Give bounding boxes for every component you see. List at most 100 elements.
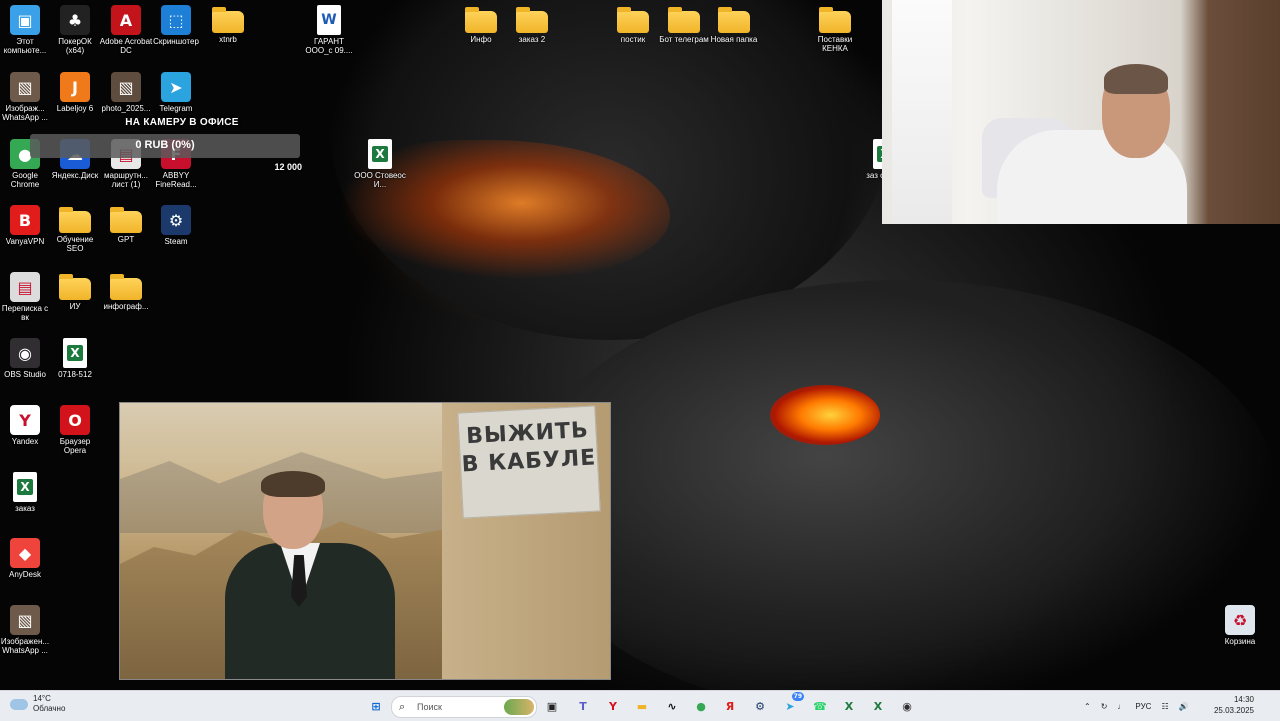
donation-progress-text: 0 RUB (0%): [135, 139, 195, 151]
whatsapp-icon[interactable]: ☎: [810, 696, 830, 716]
desktop-icon-label: Steam: [164, 237, 188, 246]
steam-icon: ⚙: [161, 205, 191, 235]
desktop-icon[interactable]: Y Yandex: [0, 405, 50, 446]
desktop-icon[interactable]: инфограф...: [101, 272, 151, 311]
desktop-icon[interactable]: постик: [608, 5, 658, 44]
windows-start-icon[interactable]: ⊞: [366, 696, 386, 716]
desktop-icon-label: Обучение SEO: [56, 235, 94, 253]
desktop-icon[interactable]: X 0718-512: [50, 338, 100, 379]
desktop-icon-label: Telegram: [159, 104, 193, 113]
chrome-icon[interactable]: ●: [691, 696, 711, 716]
microphone-icon[interactable]: ♩: [1117, 702, 1125, 711]
sync-icon[interactable]: ↻: [1101, 702, 1108, 711]
desktop-icon-label: VanyaVPN: [5, 237, 45, 246]
desktop-icon-label: ГАРАНТ ООО_с 09....: [305, 37, 353, 55]
desktop-icon-label: Браузер Opera: [59, 437, 91, 455]
desktop-icon[interactable]: ♻ Корзина: [1215, 605, 1265, 646]
computer-icon: ▣: [10, 5, 40, 35]
folder-icon: [617, 7, 649, 33]
desktop-icon[interactable]: ➤ Telegram: [151, 72, 201, 113]
desktop-icon[interactable]: Обучение SEO: [50, 205, 100, 253]
desktop-icon[interactable]: ▧ Изображен... WhatsApp ...: [0, 605, 50, 655]
video-person: [225, 471, 395, 679]
clock[interactable]: 14:30 25.03.2025: [1210, 694, 1254, 716]
folder-icon: [516, 7, 548, 33]
image-file-icon: ▧: [10, 605, 40, 635]
desktop-icon[interactable]: ▤ Переписка с вк: [0, 272, 50, 322]
desktop-icon-label: инфограф...: [103, 302, 149, 311]
desktop-icon-label: Переписка с вк: [1, 304, 49, 322]
desktop-icon-label: ПокерОК (x64): [58, 37, 92, 55]
desktop-icon[interactable]: Xзаказ: [0, 472, 50, 513]
video-popup[interactable]: ВЫЖИТЬ В КАБУЛЕ: [119, 402, 611, 680]
desktop-icon-label: ABBYY FineRead...: [155, 171, 197, 189]
desktop-icon[interactable]: A Adobe Acrobat DC: [99, 5, 153, 55]
desktop-icon-label: Корзина: [1224, 637, 1256, 646]
desktop-icon[interactable]: ▧ photo_2025...: [101, 72, 151, 113]
desktop-icon-label: OBS Studio: [4, 370, 46, 379]
cloud-icon: [10, 698, 28, 710]
wallpaper-hood: [330, 0, 890, 340]
volume-icon[interactable]: 🔊: [1179, 702, 1189, 711]
desktop-icon[interactable]: ▣ Этот компьюте...: [0, 5, 50, 55]
weather-widget[interactable]: 14°C Облачно: [10, 694, 65, 714]
desktop-icon[interactable]: Бот телеграм: [659, 5, 709, 44]
steam-icon[interactable]: ⚙: [750, 696, 770, 716]
wifi-icon[interactable]: ☷: [1161, 702, 1168, 711]
desktop-icon[interactable]: Поставки КЕНКА: [810, 5, 860, 53]
desktop-icon-label: Поставки КЕНКА: [817, 35, 853, 53]
teams-icon[interactable]: T: [573, 696, 593, 716]
desktop-icon[interactable]: ИУ: [50, 272, 100, 311]
excel-file-icon: X: [13, 472, 37, 502]
webcam-person-hair: [1104, 64, 1168, 94]
desktop-icon-label: Скриншотер: [153, 37, 199, 46]
desktop-icon-label: Яндекс.Диск: [51, 171, 99, 180]
desktop-icon-label: заказ 2: [518, 35, 546, 44]
desktop-icon-label: ИУ: [69, 302, 81, 311]
desktop-icon[interactable]: ⚙ Steam: [151, 205, 201, 246]
desktop-icon[interactable]: X ООО Стовеос И...: [354, 139, 406, 189]
wallpaper-face: [520, 280, 1280, 720]
desktop-icon[interactable]: Новая папка: [709, 5, 759, 44]
folder-icon: [718, 7, 750, 33]
task-view-icon[interactable]: ▣: [542, 696, 562, 716]
folder-icon: [59, 207, 91, 233]
weather-temp: 14°C: [33, 694, 51, 703]
desktop-icon[interactable]: B VanyaVPN: [0, 205, 50, 246]
wave-app-icon[interactable]: ∿: [662, 696, 682, 716]
video-person-hair: [261, 471, 325, 497]
desktop-icon[interactable]: ▧ Изображ... WhatsApp ...: [0, 72, 50, 122]
excel-file-icon[interactable]: X: [868, 696, 888, 716]
photo-file-icon: ▧: [111, 72, 141, 102]
telegram-icon[interactable]: ➤ 79: [780, 692, 804, 716]
desktop-icon[interactable]: ♣ ПокерОК (x64): [50, 5, 100, 55]
donation-goal: 12 000: [274, 162, 302, 172]
obs-icon[interactable]: ◉: [897, 696, 917, 716]
desktop-icon[interactable]: GPT: [101, 205, 151, 244]
file-explorer-icon[interactable]: ▬: [632, 696, 652, 716]
yandex-icon[interactable]: Я: [720, 696, 740, 716]
folder-icon: [110, 274, 142, 300]
desktop-icon-label: xtnrb: [219, 35, 237, 44]
desktop-icon[interactable]: ⬚ Скриншотер: [151, 5, 201, 46]
desktop-icon-label: Adobe Acrobat DC: [99, 37, 153, 55]
desktop-icon[interactable]: J Labeljoy 6: [50, 72, 100, 113]
desktop-icon[interactable]: ◆ AnyDesk: [0, 538, 50, 579]
desktop-icon[interactable]: Инфо: [456, 5, 506, 44]
language-indicator[interactable]: РУС: [1135, 702, 1151, 711]
desktop-icon[interactable]: O Браузер Opera: [50, 405, 100, 455]
notification-badge: 79: [791, 692, 804, 701]
search-icon: ⌕: [399, 701, 406, 713]
yandex-browser-icon[interactable]: Y: [603, 696, 623, 716]
taskbar-search[interactable]: ⌕ Поиск: [391, 696, 537, 718]
desktop-icon[interactable]: W ГАРАНТ ООО_с 09....: [304, 5, 354, 55]
anydesk-icon: ◆: [10, 538, 40, 568]
folder-icon: [465, 7, 497, 33]
excel-icon[interactable]: X: [839, 696, 859, 716]
weather-desc: Облачно: [33, 704, 66, 713]
desktop-icon[interactable]: ◉ OBS Studio: [0, 338, 50, 379]
chevron-up-icon[interactable]: ⌃: [1084, 702, 1091, 711]
desktop-icon-label: ООО Стовеос И...: [354, 171, 406, 189]
desktop-icon[interactable]: заказ 2: [507, 5, 557, 44]
desktop-icon[interactable]: xtnrb: [203, 5, 253, 44]
